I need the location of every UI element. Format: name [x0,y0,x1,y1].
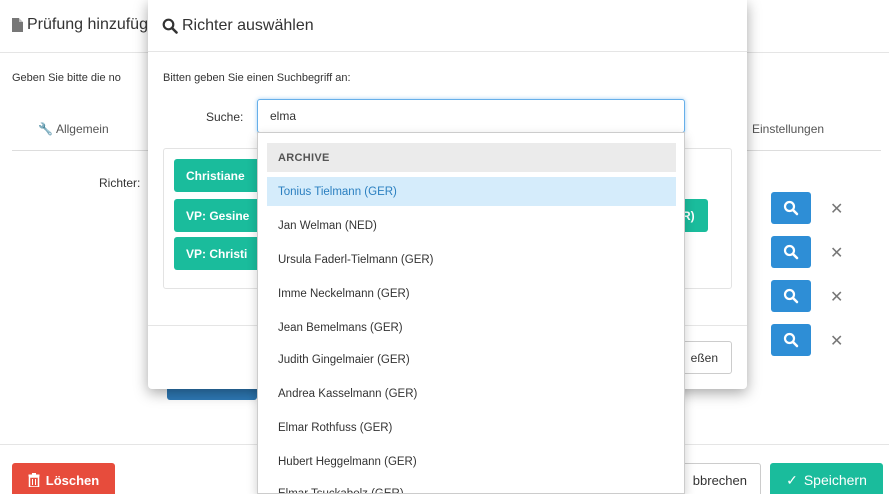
search-results-dropdown: ARCHIVE Tonius Tielmann (GER) Jan Welman… [257,132,685,494]
close-button-label: eßen [690,350,718,365]
result-item[interactable]: Jean Bemelmans (GER) [267,313,676,342]
search-icon [783,288,799,304]
search-icon [162,18,178,34]
search-judge-button[interactable] [771,236,811,268]
modal-title: Richter auswählen [182,16,314,34]
remove-judge-icon[interactable]: ✕ [830,199,843,219]
result-item[interactable]: Hubert Heggelmann (GER) [267,447,676,476]
document-add-icon [12,18,23,32]
result-group-header: ARCHIVE [267,143,676,172]
search-judge-button[interactable] [771,192,811,224]
delete-button[interactable]: Löschen [12,463,115,494]
tab-einstellungen[interactable]: Einstellungen [752,122,824,136]
result-item[interactable]: Jan Welman (NED) [267,211,676,240]
result-item[interactable]: Elmar Rothfuss (GER) [267,413,676,442]
check-icon: ✓ [786,471,798,488]
search-judge-button[interactable] [771,324,811,356]
save-button[interactable]: ✓ Speichern [770,463,883,494]
cancel-button-label: bbrechen [692,472,747,488]
background-button-edge [167,388,257,400]
search-icon [783,332,799,348]
page-title-text: Prüfung hinzufüg [27,16,148,33]
remove-judge-icon[interactable]: ✕ [830,331,843,351]
trash-icon [28,473,40,487]
judges-label: Richter: [99,176,141,190]
wrench-icon: 🔧 [38,122,53,136]
result-item[interactable]: Judith Gingelmaier (GER) [267,345,676,374]
result-item[interactable]: Imme Neckelmann (GER) [267,279,676,308]
search-prompt: Bitten geben Sie einen Suchbegriff an: [163,72,351,84]
search-icon [783,244,799,260]
result-item[interactable]: Andrea Kasselmann (GER) [267,379,676,408]
tab-allgemein[interactable]: 🔧 Allgemein [38,122,109,136]
search-judge-button[interactable] [771,280,811,312]
search-input[interactable] [257,99,685,133]
remove-judge-icon[interactable]: ✕ [830,243,843,263]
result-item[interactable]: Tonius Tielmann (GER) [267,177,676,206]
modal-header: Richter auswählen [148,0,747,52]
delete-button-label: Löschen [45,472,100,488]
search-icon [783,200,799,216]
tab-einstellungen-label: Einstellungen [752,122,825,136]
result-item[interactable]: Elmar Tsuckabolz (GER) [267,479,676,494]
tab-allgemein-label: Allgemein [55,122,109,136]
intro-text: Geben Sie bitte die no [12,72,121,84]
save-button-label: Speichern [803,472,867,488]
remove-judge-icon[interactable]: ✕ [830,287,843,307]
search-label: Suche: [206,110,244,124]
page-title: Prüfung hinzufüg [12,16,148,34]
result-item[interactable]: Ursula Faderl-Tielmann (GER) [267,245,676,274]
